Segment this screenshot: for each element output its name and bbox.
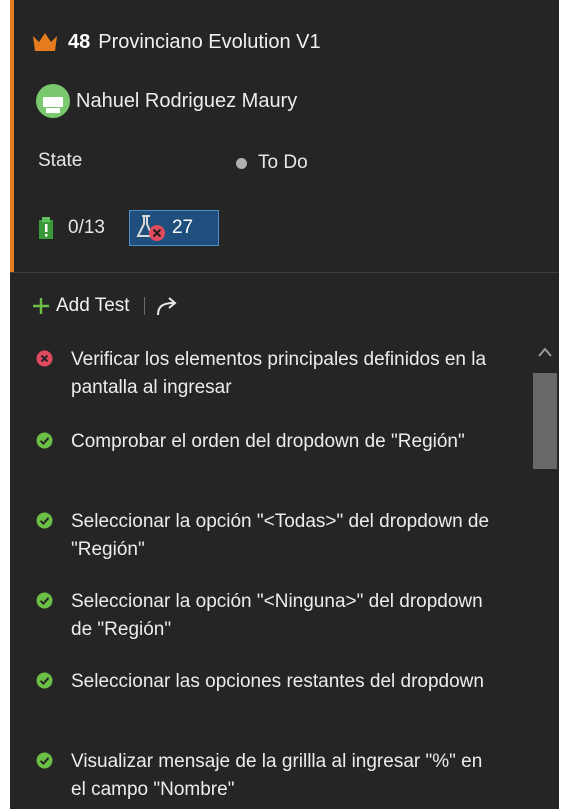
state-field[interactable]: To Do (236, 152, 308, 174)
work-item-panel: 48 Provinciano Evolution V1 Nahuel Rodri… (10, 0, 559, 809)
chevron-up-icon[interactable] (537, 346, 553, 358)
divider (10, 272, 559, 273)
test-name: Visualizar mensaje de la grillla al ingr… (71, 751, 483, 800)
redo-arrow-icon (156, 297, 177, 316)
passed-status-icon (36, 752, 53, 769)
test-name: Seleccionar las opciones restantes del d… (71, 671, 484, 692)
test-item[interactable]: Seleccionar la opción "<Todas>" del drop… (36, 508, 526, 564)
tests-toolbar: Add Test (32, 289, 179, 323)
passed-status-icon (36, 512, 53, 529)
failed-status-icon (36, 350, 53, 367)
test-name: Seleccionar la opción "<Todas>" del drop… (71, 511, 490, 560)
assignee-row[interactable]: Nahuel Rodriguez Maury (36, 83, 297, 119)
test-item[interactable]: Verificar los elementos principales defi… (36, 346, 526, 402)
crown-icon (33, 33, 57, 51)
tests-count: 27 (171, 217, 194, 238)
test-item[interactable]: Visualizar mensaje de la grillla al ingr… (36, 748, 526, 804)
work-item-title: Provinciano Evolution V1 (98, 30, 321, 53)
scrollbar-thumb[interactable] (533, 373, 557, 469)
test-item[interactable]: Seleccionar las opciones restantes del d… (36, 668, 526, 696)
test-list-scrollbar[interactable] (531, 338, 559, 809)
plus-icon (33, 298, 49, 314)
test-item[interactable]: Seleccionar la opción "<Ninguna>" del dr… (36, 588, 526, 644)
tests-badge[interactable]: 27 (128, 210, 219, 246)
test-item[interactable]: Comprobar el orden del dropdown de "Regi… (36, 428, 526, 456)
work-item-card: 48 Provinciano Evolution V1 Nahuel Rodri… (10, 0, 559, 272)
test-name: Comprobar el orden del dropdown de "Regi… (71, 431, 465, 452)
passed-status-icon (36, 432, 53, 449)
redo-button[interactable] (155, 295, 179, 317)
test-name: Verificar los elementos principales defi… (71, 349, 487, 398)
add-test-label: Add Test (56, 295, 130, 316)
state-value: To Do (258, 152, 308, 173)
toolbar-separator (143, 297, 145, 315)
flask-failed-icon (136, 215, 165, 241)
work-item-title-row[interactable]: 48 Provinciano Evolution V1 (32, 26, 321, 58)
work-item-id: 48 (68, 30, 91, 53)
tasks-count: 0/13 (68, 217, 105, 238)
test-name: Seleccionar la opción "<Ninguna>" del dr… (71, 591, 483, 640)
avatar (36, 84, 70, 118)
passed-status-icon (36, 592, 53, 609)
passed-status-icon (36, 672, 53, 689)
metrics-row: 0/13 27 (38, 210, 219, 246)
clipboard-icon (39, 217, 53, 239)
state-dot-icon (236, 157, 247, 169)
state-label: State (38, 150, 83, 171)
add-test-button[interactable]: Add Test (32, 295, 130, 317)
assignee-name: Nahuel Rodriguez Maury (76, 89, 298, 112)
tasks-indicator[interactable]: 0/13 (38, 216, 105, 240)
